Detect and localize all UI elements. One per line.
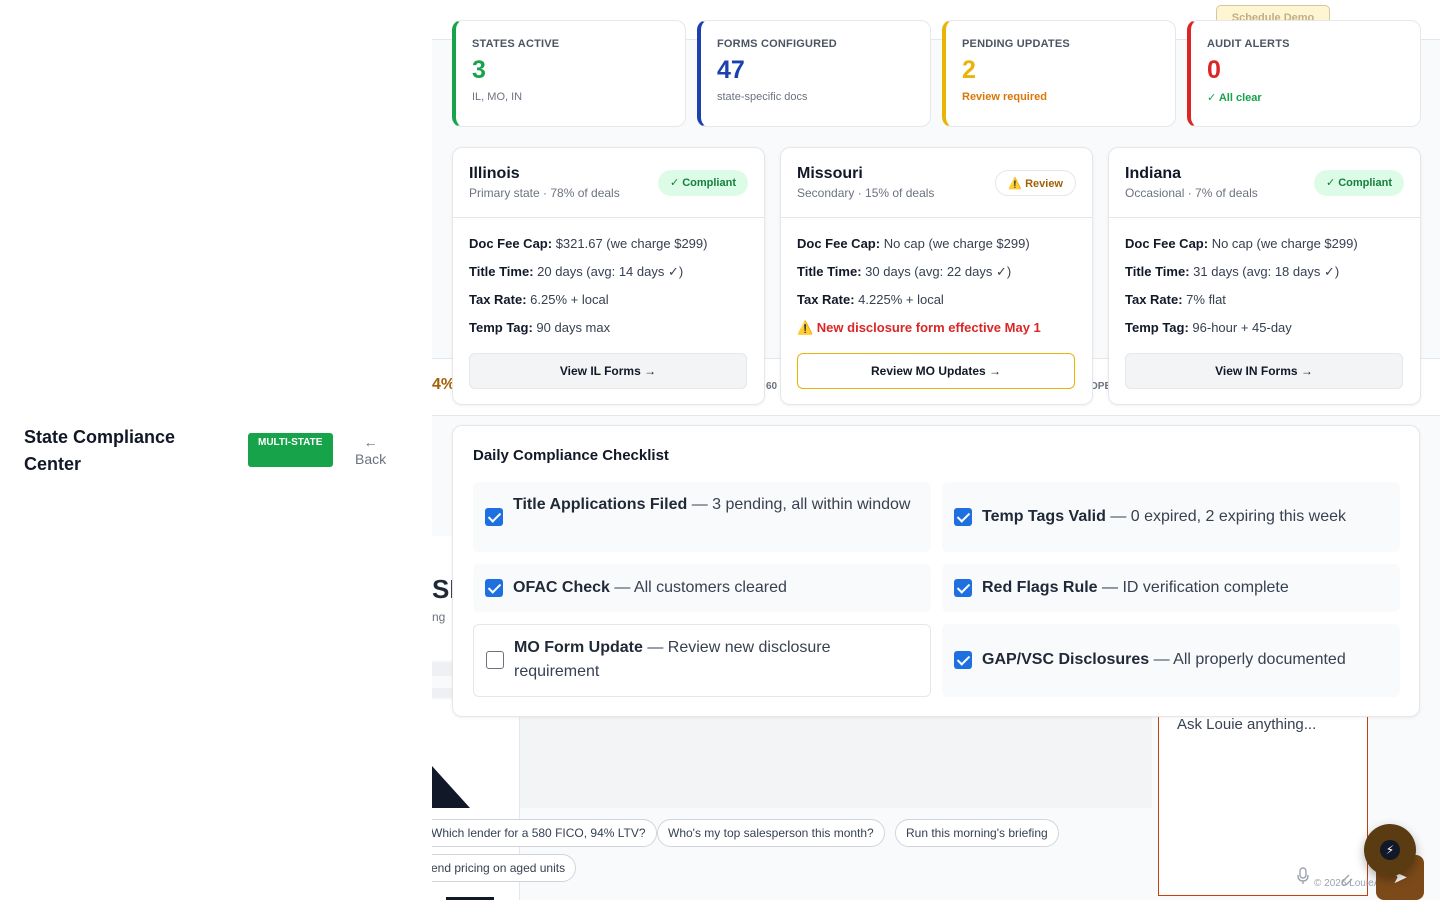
stat-card-audit-alerts: AUDIT ALERTS 0 ✓ All clear xyxy=(1187,20,1421,127)
tax-rate-row: Tax Rate: 7% flat xyxy=(1125,292,1226,307)
lightning-icon: ⚡ xyxy=(1380,840,1400,860)
checklist-item[interactable]: MO Form Update — Review new disclosure r… xyxy=(473,624,931,697)
state-card-header: Indiana Occasional · 7% of deals ✓ Compl… xyxy=(1109,148,1420,218)
temp-tag-row: Temp Tag: 96-hour + 45-day xyxy=(1125,320,1292,335)
tax-rate-row: Tax Rate: 6.25% + local xyxy=(469,292,609,307)
state-details: Doc Fee Cap: No cap (we charge $299) Tit… xyxy=(797,236,1082,348)
checklist-title: Daily Compliance Checklist xyxy=(473,447,669,464)
suggestion-row: end pricing on aged units xyxy=(432,854,1152,890)
doc-fee-row: Doc Fee Cap: $321.67 (we charge $299) xyxy=(469,236,708,251)
stat-sub: ✓ All clear xyxy=(1207,92,1262,104)
back-label: Back xyxy=(355,451,387,467)
checkbox[interactable] xyxy=(485,579,503,597)
microphone-icon[interactable] xyxy=(1297,867,1311,885)
left-panel: State Compliance Center MULTI-STATE ← Ba… xyxy=(0,0,432,900)
checklist-item[interactable]: GAP/VSC Disclosures — All properly docum… xyxy=(942,624,1400,697)
checklist-item[interactable]: Temp Tags Valid — 0 expired, 2 expiring … xyxy=(942,482,1400,552)
checklist-item[interactable]: Title Applications Filed — 3 pending, al… xyxy=(473,482,931,552)
temp-tag-row: Temp Tag: 90 days max xyxy=(469,320,611,335)
state-share: Secondary · 15% of deals xyxy=(797,186,935,200)
stat-card-forms-configured: FORMS CONFIGURED 47 state-specific docs xyxy=(697,20,931,127)
stat-card-pending-updates: PENDING UPDATES 2 Review required xyxy=(942,20,1176,127)
doc-fee-row: Doc Fee Cap: No cap (we charge $299) xyxy=(797,236,1030,251)
page-title: State Compliance Center xyxy=(24,427,176,474)
state-name: Illinois xyxy=(469,165,520,182)
checkbox[interactable] xyxy=(486,651,504,669)
status-badge: ✓ Compliant xyxy=(657,170,748,196)
state-card-illinois: Illinois Primary state · 78% of deals ✓ … xyxy=(452,147,765,405)
bg-line xyxy=(432,662,454,676)
stat-value: 3 xyxy=(472,56,486,84)
checkbox[interactable] xyxy=(954,579,972,597)
state-details: Doc Fee Cap: $321.67 (we charge $299) Ti… xyxy=(469,236,754,348)
checklist-item-text: Temp Tags Valid — 0 expired, 2 expiring … xyxy=(982,508,1347,525)
assistant-fab[interactable]: ⚡ xyxy=(1364,824,1416,876)
stat-value: 2 xyxy=(962,56,976,84)
state-details: Doc Fee Cap: No cap (we charge $299) Tit… xyxy=(1125,236,1410,348)
tax-rate-row: Tax Rate: 4.225% + local xyxy=(797,292,944,307)
title-time-row: Title Time: 30 days (avg: 22 days ✓) xyxy=(797,264,1012,279)
checklist-item-text: GAP/VSC Disclosures — All properly docum… xyxy=(982,651,1346,668)
checklist-item-text: Title Applications Filed — 3 pending, al… xyxy=(513,496,911,513)
disclosure-warning: ⚠️ New disclosure form effective May 1 xyxy=(797,320,1041,335)
stat-label: AUDIT ALERTS xyxy=(1207,38,1290,50)
bg-line xyxy=(432,688,454,698)
stat-value: 47 xyxy=(717,56,745,84)
stat-label: PENDING UPDATES xyxy=(962,38,1070,50)
state-name: Indiana xyxy=(1125,165,1182,182)
bg-60-fragment: 60 xyxy=(766,381,778,392)
daily-compliance-checklist: Daily Compliance Checklist Title Applica… xyxy=(452,425,1420,717)
footer-copyright: © 2026 LouieAI xyxy=(1314,878,1384,889)
status-badge: ⚠️ Review xyxy=(995,170,1076,196)
checkbox[interactable] xyxy=(954,651,972,669)
checklist-item[interactable]: Red Flags Rule — ID verification complet… xyxy=(942,564,1400,612)
view-il-forms-button[interactable]: View IL Forms → xyxy=(469,353,747,389)
suggestion-row: Which lender for a 580 FICO, 94% LTV? Wh… xyxy=(432,819,1152,855)
doc-fee-row: Doc Fee Cap: No cap (we charge $299) xyxy=(1125,236,1358,251)
state-card-indiana: Indiana Occasional · 7% of deals ✓ Compl… xyxy=(1108,147,1421,405)
state-share: Primary state · 78% of deals xyxy=(469,186,620,200)
stat-card-states-active: STATES ACTIVE 3 IL, MO, IN xyxy=(452,20,686,127)
state-name: Missouri xyxy=(797,165,863,182)
checklist-item[interactable]: OFAC Check — All customers cleared xyxy=(473,564,931,612)
checkbox[interactable] xyxy=(485,508,503,526)
state-card-header: Missouri Secondary · 15% of deals ⚠️ Rev… xyxy=(781,148,1092,218)
stat-label: FORMS CONFIGURED xyxy=(717,38,837,50)
ask-louie-input[interactable]: Ask Louie anything... xyxy=(1158,700,1368,896)
suggestion-chip[interactable]: Who's my top salesperson this month? xyxy=(657,819,885,847)
back-arrow-icon: ← xyxy=(363,434,378,450)
status-badge: ✓ Compliant xyxy=(1313,170,1404,196)
bg-ng-fragment: ng xyxy=(432,610,446,624)
stat-sub: IL, MO, IN xyxy=(472,91,523,103)
stat-label: STATES ACTIVE xyxy=(472,38,560,50)
checklist-item-text: Red Flags Rule — ID verification complet… xyxy=(982,579,1289,596)
title-time-row: Title Time: 31 days (avg: 18 days ✓) xyxy=(1125,264,1340,279)
suggestion-chip[interactable]: end pricing on aged units xyxy=(432,854,577,882)
stat-sub: Review required xyxy=(962,91,1047,103)
suggestion-chip[interactable]: Run this morning's briefing xyxy=(895,819,1059,847)
suggestion-chip[interactable]: Which lender for a 580 FICO, 94% LTV? xyxy=(432,819,657,847)
logo-shape-icon xyxy=(432,766,470,808)
stat-value: 0 xyxy=(1207,56,1221,84)
state-card-missouri: Missouri Secondary · 15% of deals ⚠️ Rev… xyxy=(780,147,1093,405)
checklist-item-text: MO Form Update — Review new disclosure r… xyxy=(514,639,831,680)
title-time-row: Title Time: 20 days (avg: 14 days ✓) xyxy=(469,264,684,279)
back-button[interactable]: ← Back xyxy=(355,434,386,468)
view-in-forms-button[interactable]: View IN Forms → xyxy=(1125,353,1403,389)
state-card-header: Illinois Primary state · 78% of deals ✓ … xyxy=(453,148,764,218)
review-mo-updates-button[interactable]: Review MO Updates → xyxy=(797,353,1075,389)
state-share: Occasional · 7% of deals xyxy=(1125,186,1258,200)
stat-sub: state-specific docs xyxy=(717,91,808,103)
checkbox[interactable] xyxy=(954,508,972,526)
checklist-item-text: OFAC Check — All customers cleared xyxy=(513,579,787,596)
multi-state-badge: MULTI-STATE xyxy=(248,433,333,467)
